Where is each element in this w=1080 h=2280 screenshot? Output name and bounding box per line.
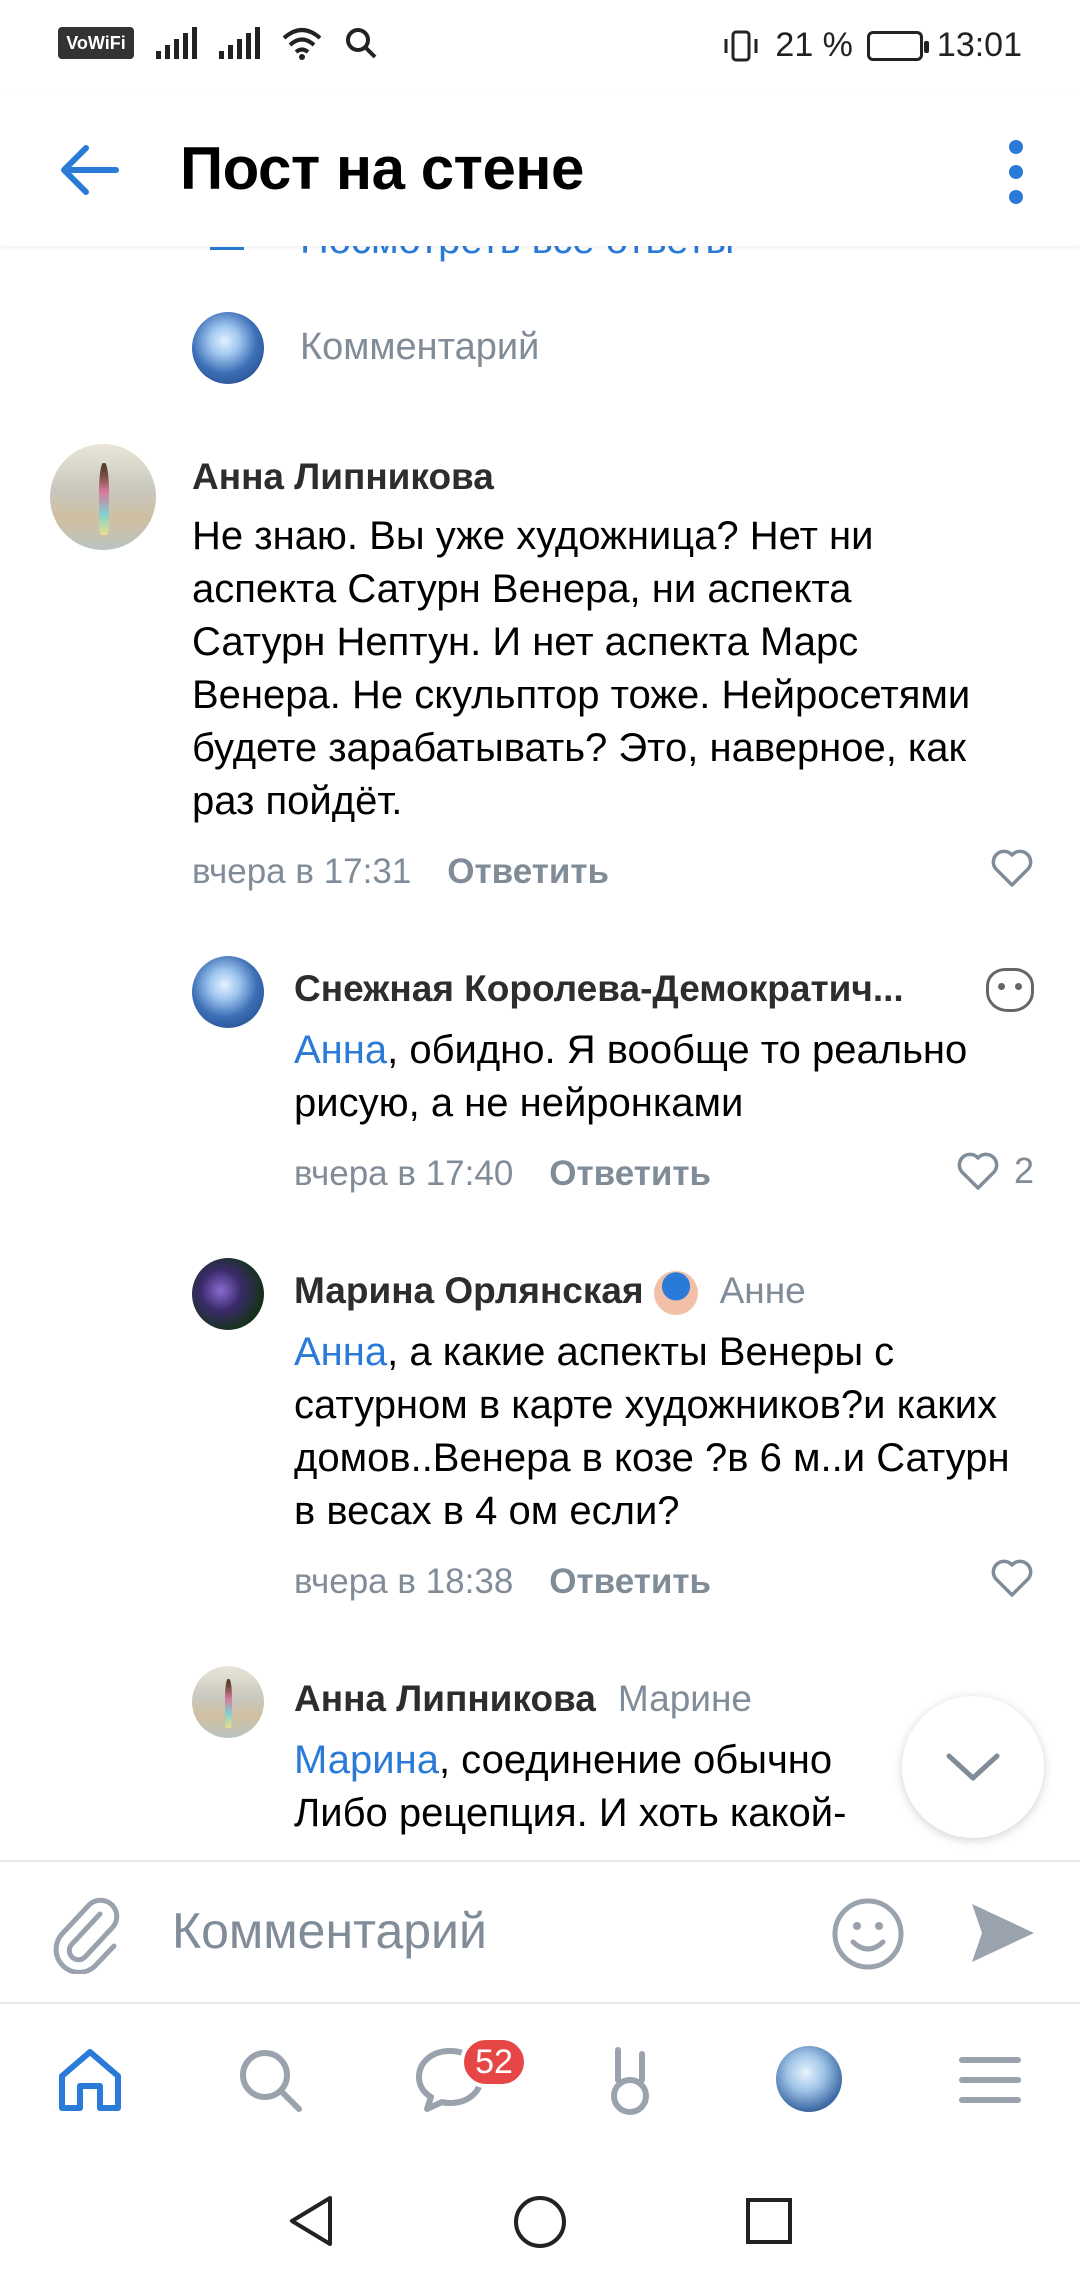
menu-icon xyxy=(959,2057,1021,2103)
heart-icon xyxy=(991,849,1033,887)
search-icon xyxy=(240,2050,302,2112)
emoji-icon[interactable] xyxy=(830,1896,906,1972)
view-all-replies-link[interactable]: Посмотреть все ответы xyxy=(300,246,734,263)
mention-link[interactable]: Анна xyxy=(294,1028,387,1072)
comment-author: Марина Орлянская Анне xyxy=(294,1270,806,1316)
heart-icon xyxy=(991,1559,1033,1597)
more-options-icon[interactable] xyxy=(1004,140,1028,204)
vibrate-icon xyxy=(724,30,758,61)
nav-profile-avatar[interactable] xyxy=(776,2046,842,2112)
back-arrow-icon[interactable] xyxy=(56,138,120,202)
like-button[interactable]: 2 xyxy=(956,1150,1034,1192)
nav-menu[interactable] xyxy=(950,2040,1030,2120)
author-name[interactable]: Анна Липникова xyxy=(294,1678,596,1719)
comment-body: , обидно. Я вообще то реально рисую, а н… xyxy=(294,1028,968,1125)
reply-button[interactable]: Ответить xyxy=(549,1562,711,1601)
comment-body: , соединение обычно xyxy=(438,1738,833,1782)
comment-text: Анна, а какие аспекты Венеры с сатурном … xyxy=(294,1326,1014,1538)
avatar[interactable] xyxy=(50,444,156,550)
like-button[interactable] xyxy=(990,1558,1034,1598)
comment-author: Анна Липникова Марине xyxy=(294,1678,752,1720)
page-title: Пост на стене xyxy=(180,135,584,202)
vowifi-icon: VoWiFi xyxy=(58,27,134,59)
reply-button[interactable]: Ответить xyxy=(549,1154,711,1193)
battery-icon xyxy=(866,30,929,61)
attach-icon[interactable] xyxy=(48,1894,124,1974)
system-home-icon[interactable] xyxy=(512,2194,568,2250)
comment-time: вчера в 17:40 xyxy=(294,1154,514,1193)
signal-icon xyxy=(156,27,197,59)
reply-comment-input[interactable]: Комментарий xyxy=(300,326,539,369)
send-icon[interactable] xyxy=(968,1900,1038,1966)
reply-to-label: Анне xyxy=(719,1270,806,1311)
search-status-icon xyxy=(346,28,377,59)
snow-leopard-icon xyxy=(986,968,1034,1012)
comment-text: Анна, обидно. Я вообще то реально рисую,… xyxy=(294,1024,1034,1130)
heart-icon xyxy=(957,1152,999,1190)
mention-link[interactable]: Анна xyxy=(294,1330,387,1374)
comment-meta: вчера в 17:40 Ответить xyxy=(294,1154,711,1194)
like-button[interactable] xyxy=(990,848,1034,888)
comment-input[interactable]: Комментарий xyxy=(172,1902,487,1960)
bunny-icon xyxy=(611,2047,649,2115)
avatar[interactable] xyxy=(192,1258,264,1330)
status-bar: VoWiFi 21 % 13:01 xyxy=(0,0,1080,96)
avatar[interactable] xyxy=(192,956,264,1028)
clock: 13:01 xyxy=(936,26,1022,64)
like-count: 2 xyxy=(1013,1150,1034,1191)
comment-time: вчера в 17:31 xyxy=(192,852,412,891)
comment-meta: вчера в 18:38 Ответить xyxy=(294,1562,711,1602)
reply-button[interactable]: Ответить xyxy=(447,852,609,891)
messages-badge: 52 xyxy=(460,2036,528,2088)
system-back-icon[interactable] xyxy=(286,2194,336,2248)
comments-feed[interactable]: Посмотреть все ответы Комментарий Анна Л… xyxy=(0,246,1080,1860)
chevron-down-icon xyxy=(946,1753,1000,1781)
status-left: VoWiFi xyxy=(58,26,378,60)
comment-time: вчера в 18:38 xyxy=(294,1562,514,1601)
status-right: 21 % 13:01 xyxy=(721,26,1022,65)
superhero-emoji-icon xyxy=(653,1271,698,1316)
mention-link[interactable]: Марина xyxy=(294,1738,439,1782)
system-recents-icon[interactable] xyxy=(744,2196,794,2246)
signal-icon-2 xyxy=(219,27,260,59)
system-navigation xyxy=(0,2162,1080,2280)
author-name[interactable]: Марина Орлянская xyxy=(294,1270,644,1311)
app-header: Пост на стене xyxy=(0,96,1080,246)
comment-body: , а какие аспекты Венеры с сатурном в ка… xyxy=(294,1330,1010,1533)
comment-composer: Комментарий xyxy=(0,1860,1080,2002)
avatar[interactable] xyxy=(192,1666,264,1738)
vowifi-label: VoWiFi xyxy=(66,32,126,53)
scroll-down-button[interactable] xyxy=(902,1696,1044,1838)
battery-percent: 21 % xyxy=(775,26,853,64)
nav-home[interactable] xyxy=(50,2040,130,2120)
avatar xyxy=(192,312,264,384)
comment-text: Не знаю. Вы уже художница? Нет ни аспект… xyxy=(192,514,971,823)
comment-author[interactable]: Снежная Королева-Демократич... xyxy=(294,968,904,1010)
comment-author[interactable]: Анна Липникова xyxy=(192,456,494,498)
home-icon xyxy=(59,2049,121,2111)
nav-clips[interactable] xyxy=(590,2040,670,2120)
wifi-icon xyxy=(282,28,322,60)
reply-to-label: Марине xyxy=(617,1678,752,1719)
nav-search[interactable] xyxy=(230,2040,310,2120)
replies-line-icon xyxy=(210,246,244,250)
bottom-navigation: 52 xyxy=(0,2002,1080,2162)
comment-meta: вчера в 17:31 Ответить xyxy=(192,852,609,892)
